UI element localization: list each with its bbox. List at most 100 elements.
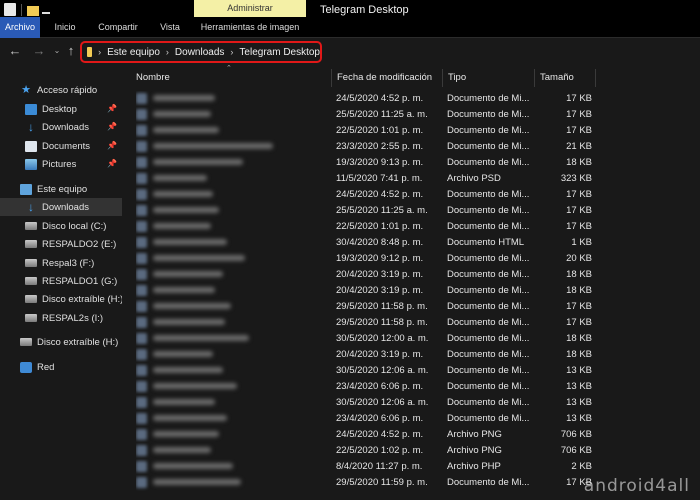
file-name-cell[interactable]	[136, 155, 326, 171]
properties-icon[interactable]	[4, 3, 16, 16]
table-row[interactable]: 24/5/2020 4:52 p. m. Documento de Mi... 17…	[122, 91, 700, 107]
file-size-cell: 21 KB	[566, 141, 592, 152]
file-name-cell[interactable]	[136, 139, 326, 155]
tab-compartir[interactable]: Compartir	[94, 17, 142, 38]
file-name-cell[interactable]	[136, 187, 326, 203]
sidebar-item-respal2s-i[interactable]: RESPAL2s (I:)	[0, 309, 122, 327]
column-divider[interactable]	[595, 69, 596, 87]
column-divider[interactable]	[442, 69, 443, 87]
table-row[interactable]: 20/4/2020 3:19 p. m. Documento de Mi... 18…	[122, 347, 700, 363]
sidebar-item-disco-extraible-h-root[interactable]: Disco extraíble (H:)	[0, 333, 122, 351]
sidebar-item-respaldo2-e[interactable]: RESPALDO2 (E:)	[0, 235, 122, 253]
table-row[interactable]: 19/3/2020 9:13 p. m. Documento de Mi... 18…	[122, 155, 700, 171]
file-name-cell[interactable]	[136, 315, 326, 331]
table-row[interactable]: 20/4/2020 3:19 p. m. Documento de Mi... 18…	[122, 267, 700, 283]
sidebar-item-respaldo1-g[interactable]: RESPALDO1 (G:)	[0, 272, 122, 290]
file-name-cell[interactable]	[136, 91, 326, 107]
sidebar-item-desktop[interactable]: Desktop 📌	[0, 100, 122, 118]
file-name-cell[interactable]	[136, 171, 326, 187]
breadcrumb-downloads[interactable]: Downloads	[175, 47, 224, 58]
tab-herramientas-de-imagen[interactable]: Herramientas de imagen	[194, 17, 306, 38]
table-row[interactable]: 24/5/2020 4:52 p. m. Documento de Mi... 17…	[122, 187, 700, 203]
table-row[interactable]: 22/5/2020 1:01 p. m. Documento de Mi... 17…	[122, 123, 700, 139]
file-name-cell[interactable]	[136, 251, 326, 267]
sidebar-item-label: RESPALDO1 (G:)	[42, 275, 118, 287]
column-tamano[interactable]: Tamaño	[537, 69, 595, 87]
file-size-cell: 2 KB	[571, 461, 592, 472]
sidebar-item-red[interactable]: Red	[0, 358, 122, 376]
table-row[interactable]: 19/3/2020 9:12 p. m. Documento de Mi... 20…	[122, 251, 700, 267]
forward-arrow-icon[interactable]: →	[32, 43, 46, 59]
sidebar-item-downloads[interactable]: ↓ Downloads 📌	[0, 118, 122, 136]
file-name-cell[interactable]	[136, 395, 326, 411]
table-row[interactable]: 25/5/2020 11:25 a. m. Documento de Mi... 1…	[122, 203, 700, 219]
file-icon	[136, 396, 147, 408]
file-name-cell[interactable]	[136, 363, 326, 379]
file-name-cell[interactable]	[136, 347, 326, 363]
manage-context-tab[interactable]: Administrar	[194, 0, 306, 17]
table-row[interactable]: 20/4/2020 3:19 p. m. Documento de Mi... 18…	[122, 283, 700, 299]
file-name-cell[interactable]	[136, 123, 326, 139]
blurred-file-name	[153, 111, 211, 118]
column-fecha[interactable]: Fecha de modificación	[334, 69, 442, 87]
tab-inicio[interactable]: Inicio	[50, 17, 80, 38]
file-name-cell[interactable]	[136, 443, 326, 459]
tab-archivo[interactable]: Archivo	[0, 17, 40, 38]
file-name-cell[interactable]	[136, 427, 326, 443]
blurred-file-name	[153, 239, 227, 246]
breadcrumb-telegram-desktop[interactable]: Telegram Desktop	[239, 47, 320, 58]
column-nombre[interactable]: Nombre	[133, 69, 328, 87]
file-name-cell[interactable]	[136, 283, 326, 299]
customize-toolbar-icon[interactable]	[42, 6, 50, 14]
column-divider[interactable]	[534, 69, 535, 87]
table-row[interactable]: 30/5/2020 12:00 a. m. Documento de Mi... 1…	[122, 331, 700, 347]
sidebar-item-acceso-rapido[interactable]: ★ Acceso rápido	[0, 81, 122, 99]
file-name-cell[interactable]	[136, 331, 326, 347]
breadcrumb-este-equipo[interactable]: Este equipo	[107, 47, 160, 58]
table-row[interactable]: 30/5/2020 12:06 a. m. Documento de Mi... 1…	[122, 395, 700, 411]
table-row[interactable]: 23/3/2020 2:55 p. m. Documento de Mi... 21…	[122, 139, 700, 155]
file-name-cell[interactable]	[136, 379, 326, 395]
up-arrow-icon[interactable]: ↑	[64, 43, 78, 59]
file-name-cell[interactable]	[136, 411, 326, 427]
table-row[interactable]: 8/4/2020 11:27 p. m. Archivo PHP 2 KB	[122, 459, 700, 475]
file-name-cell[interactable]	[136, 203, 326, 219]
sidebar-item-pictures[interactable]: Pictures 📌	[0, 155, 122, 173]
table-row[interactable]: 30/5/2020 12:06 a. m. Documento de Mi... 1…	[122, 363, 700, 379]
table-row[interactable]: 29/5/2020 11:58 p. m. Documento de Mi... 1…	[122, 299, 700, 315]
file-name-cell[interactable]	[136, 107, 326, 123]
table-row[interactable]: 23/4/2020 6:06 p. m. Documento de Mi... 13…	[122, 379, 700, 395]
chevron-right-icon[interactable]: ›	[166, 47, 169, 57]
table-row[interactable]: 23/4/2020 6:06 p. m. Documento de Mi... 13…	[122, 411, 700, 427]
chevron-right-icon[interactable]: ›	[98, 47, 101, 57]
back-arrow-icon[interactable]: ←	[8, 43, 22, 59]
sidebar-item-disco-extraible-h[interactable]: Disco extraíble (H:)	[0, 290, 123, 308]
sidebar-item-disco-local-c[interactable]: Disco local (C:)	[0, 217, 122, 235]
address-bar[interactable]: › Este equipo › Downloads › Telegram Des…	[80, 41, 322, 63]
chevron-right-icon[interactable]: ›	[230, 47, 233, 57]
table-row[interactable]: 25/5/2020 11:25 a. m. Documento de Mi... 1…	[122, 107, 700, 123]
table-row[interactable]: 24/5/2020 4:52 p. m. Archivo PNG 706 KB	[122, 427, 700, 443]
table-row[interactable]: 29/5/2020 11:58 p. m. Documento de Mi... 1…	[122, 315, 700, 331]
column-tipo[interactable]: Tipo	[445, 69, 533, 87]
file-name-cell[interactable]	[136, 219, 326, 235]
column-divider[interactable]	[331, 69, 332, 87]
file-name-cell[interactable]	[136, 235, 326, 251]
file-name-cell[interactable]	[136, 267, 326, 283]
tab-vista[interactable]: Vista	[156, 17, 184, 38]
file-name-cell[interactable]	[136, 299, 326, 315]
new-folder-icon[interactable]	[27, 5, 39, 16]
table-row[interactable]: 30/4/2020 8:48 p. m. Documento HTML 1 KB	[122, 235, 700, 251]
file-date-cell: 19/3/2020 9:12 p. m.	[336, 253, 424, 264]
table-row[interactable]: 22/5/2020 1:01 p. m. Documento de Mi... 17…	[122, 219, 700, 235]
sidebar-item-este-equipo[interactable]: Este equipo	[0, 180, 122, 198]
sidebar-item-pc-downloads[interactable]: ↓ Downloads	[0, 198, 122, 216]
table-row[interactable]: 11/5/2020 7:41 p. m. Archivo PSD 323 KB	[122, 171, 700, 187]
file-name-cell[interactable]	[136, 475, 326, 491]
file-name-cell[interactable]	[136, 459, 326, 475]
sidebar-item-respal3-f[interactable]: Respal3 (F:)	[0, 254, 122, 272]
table-row[interactable]: 22/5/2020 1:02 p. m. Archivo PNG 706 KB	[122, 443, 700, 459]
file-size-cell: 13 KB	[566, 365, 592, 376]
recent-locations-chevron-icon[interactable]: ⌄	[50, 43, 64, 59]
sidebar-item-documents[interactable]: Documents 📌	[0, 137, 122, 155]
